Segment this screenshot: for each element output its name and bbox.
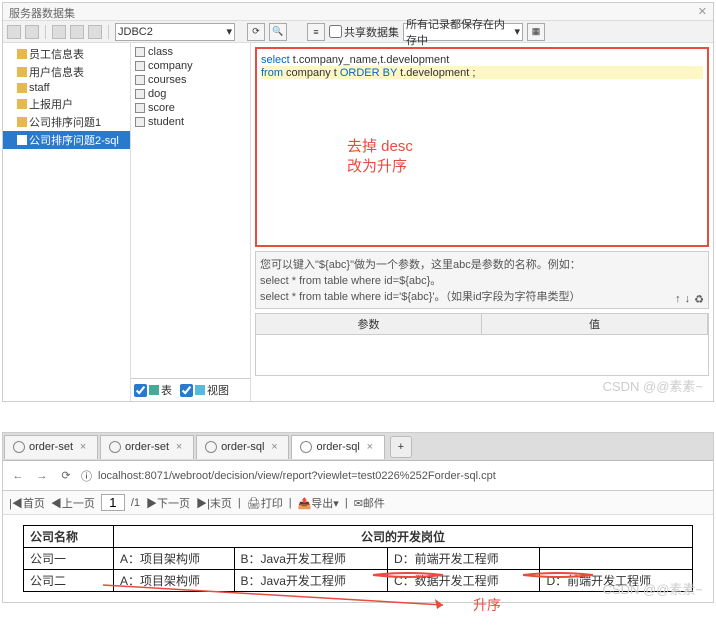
- col-company: 公司名称: [24, 526, 114, 548]
- folder-icon: [17, 135, 27, 145]
- table-list: class company courses dog score student: [131, 43, 250, 378]
- print-button[interactable]: 🖨打印: [247, 495, 283, 511]
- folder-icon: [17, 49, 27, 59]
- chevron-down-icon: ▾: [514, 25, 520, 38]
- dataset-tree: 员工信息表 用户信息表 staff 上报用户 公司排序问题1 公司排序问题2-s…: [3, 43, 131, 401]
- globe-icon: [13, 441, 25, 453]
- tool-btn[interactable]: [88, 25, 102, 39]
- tree-item[interactable]: 公司排序问题2-sql: [3, 131, 130, 149]
- tree-item[interactable]: 公司排序问题1: [3, 113, 130, 131]
- folder-icon: [17, 83, 27, 93]
- table-icon: [135, 103, 145, 113]
- page-input[interactable]: [101, 494, 125, 511]
- refresh-icon[interactable]: ♻: [694, 293, 704, 306]
- tab[interactable]: order-set×: [4, 435, 98, 459]
- view-checkbox[interactable]: 视图: [180, 382, 229, 398]
- list-item[interactable]: student: [133, 115, 248, 129]
- value-header: 值: [482, 314, 708, 334]
- close-icon[interactable]: ×: [77, 441, 89, 453]
- close-icon[interactable]: ×: [364, 441, 376, 453]
- close-icon[interactable]: ✕: [698, 5, 707, 18]
- chevron-down-icon: ▾: [226, 25, 232, 38]
- annotation: 去掉 desc 改为升序: [347, 137, 413, 176]
- annotation-label: 升序: [473, 595, 501, 615]
- share-checkbox[interactable]: 共享数据集: [329, 24, 399, 40]
- tree-item[interactable]: 员工信息表: [3, 45, 130, 63]
- tab[interactable]: order-sql×: [196, 435, 289, 459]
- table-icon: [135, 47, 145, 57]
- list-item[interactable]: courses: [133, 73, 248, 87]
- forward-icon[interactable]: →: [33, 467, 51, 485]
- url-bar[interactable]: localhost:8071/webroot/decision/view/rep…: [98, 470, 707, 482]
- records-select[interactable]: 所有记录都保存在内存中 ▾: [403, 23, 523, 41]
- close-icon[interactable]: ×: [173, 441, 185, 453]
- watermark: CSDN @@素素~: [603, 579, 703, 598]
- tab[interactable]: order-sql×: [291, 435, 384, 459]
- tool-btn[interactable]: [25, 25, 39, 39]
- tool-btn[interactable]: [70, 25, 84, 39]
- back-icon[interactable]: ←: [9, 467, 27, 485]
- table-icon: [135, 61, 145, 71]
- table-icon: [135, 89, 145, 99]
- list-item[interactable]: class: [133, 45, 248, 59]
- tab[interactable]: order-set×: [100, 435, 194, 459]
- first-page[interactable]: |◀首页: [9, 495, 45, 511]
- preview-btn[interactable]: ▦: [527, 23, 545, 41]
- table-icon: [135, 75, 145, 85]
- close-icon[interactable]: ×: [268, 441, 280, 453]
- refresh-btn[interactable]: ⟳: [247, 23, 265, 41]
- table-row: 公司一 A：项目架构师 B：Java开发工程师 D：前端开发工程师: [24, 548, 693, 570]
- info-icon[interactable]: ⓘ: [81, 468, 92, 484]
- underline-icon: [523, 571, 593, 579]
- table-icon: [135, 117, 145, 127]
- export-button[interactable]: 📤导出▾: [298, 495, 339, 511]
- param-table: 参数 值: [255, 313, 709, 376]
- param-header: 参数: [256, 314, 482, 334]
- jdbc-select[interactable]: JDBC2 ▾: [115, 23, 235, 41]
- search-btn[interactable]: 🔍: [269, 23, 287, 41]
- next-page[interactable]: ▶下一页: [146, 495, 190, 511]
- list-item[interactable]: score: [133, 101, 248, 115]
- last-page[interactable]: ▶|末页: [196, 495, 232, 511]
- list-item[interactable]: dog: [133, 87, 248, 101]
- tree-item[interactable]: staff: [3, 81, 130, 95]
- sql-editor[interactable]: select t.company_name,t.development from…: [255, 47, 709, 247]
- browser-tabs: order-set× order-set× order-sql× order-s…: [3, 433, 713, 461]
- tree-item[interactable]: 上报用户: [3, 95, 130, 113]
- table-checkbox[interactable]: 表: [134, 382, 172, 398]
- folder-icon: [17, 67, 27, 77]
- reload-icon[interactable]: ⟳: [57, 467, 75, 485]
- up-icon[interactable]: ↑: [675, 293, 681, 306]
- hint-box: 您可以键入"${abc}"做为一个参数，这里abc是参数的名称。例如： sele…: [255, 251, 709, 309]
- col-jobs: 公司的开发岗位: [114, 526, 693, 548]
- globe-icon: [300, 441, 312, 453]
- tool-btn[interactable]: [52, 25, 66, 39]
- window-title: 服务器数据集: [9, 5, 75, 18]
- watermark: CSDN @@素素~: [603, 376, 703, 395]
- arrow-icon: [103, 580, 463, 610]
- globe-icon: [109, 441, 121, 453]
- list-btn[interactable]: ≡: [307, 23, 325, 41]
- tool-btn[interactable]: [7, 25, 21, 39]
- page-total: /1: [131, 497, 140, 509]
- list-item[interactable]: company: [133, 59, 248, 73]
- table-icon: [149, 385, 159, 395]
- folder-icon: [17, 99, 27, 109]
- view-icon: [195, 385, 205, 395]
- mail-button[interactable]: ✉邮件: [354, 495, 385, 511]
- folder-icon: [17, 117, 27, 127]
- down-icon[interactable]: ↓: [685, 293, 691, 306]
- underline-icon: [373, 571, 443, 579]
- globe-icon: [205, 441, 217, 453]
- new-tab-button[interactable]: +: [390, 436, 412, 458]
- tree-item[interactable]: 用户信息表: [3, 63, 130, 81]
- prev-page[interactable]: ◀上一页: [51, 495, 95, 511]
